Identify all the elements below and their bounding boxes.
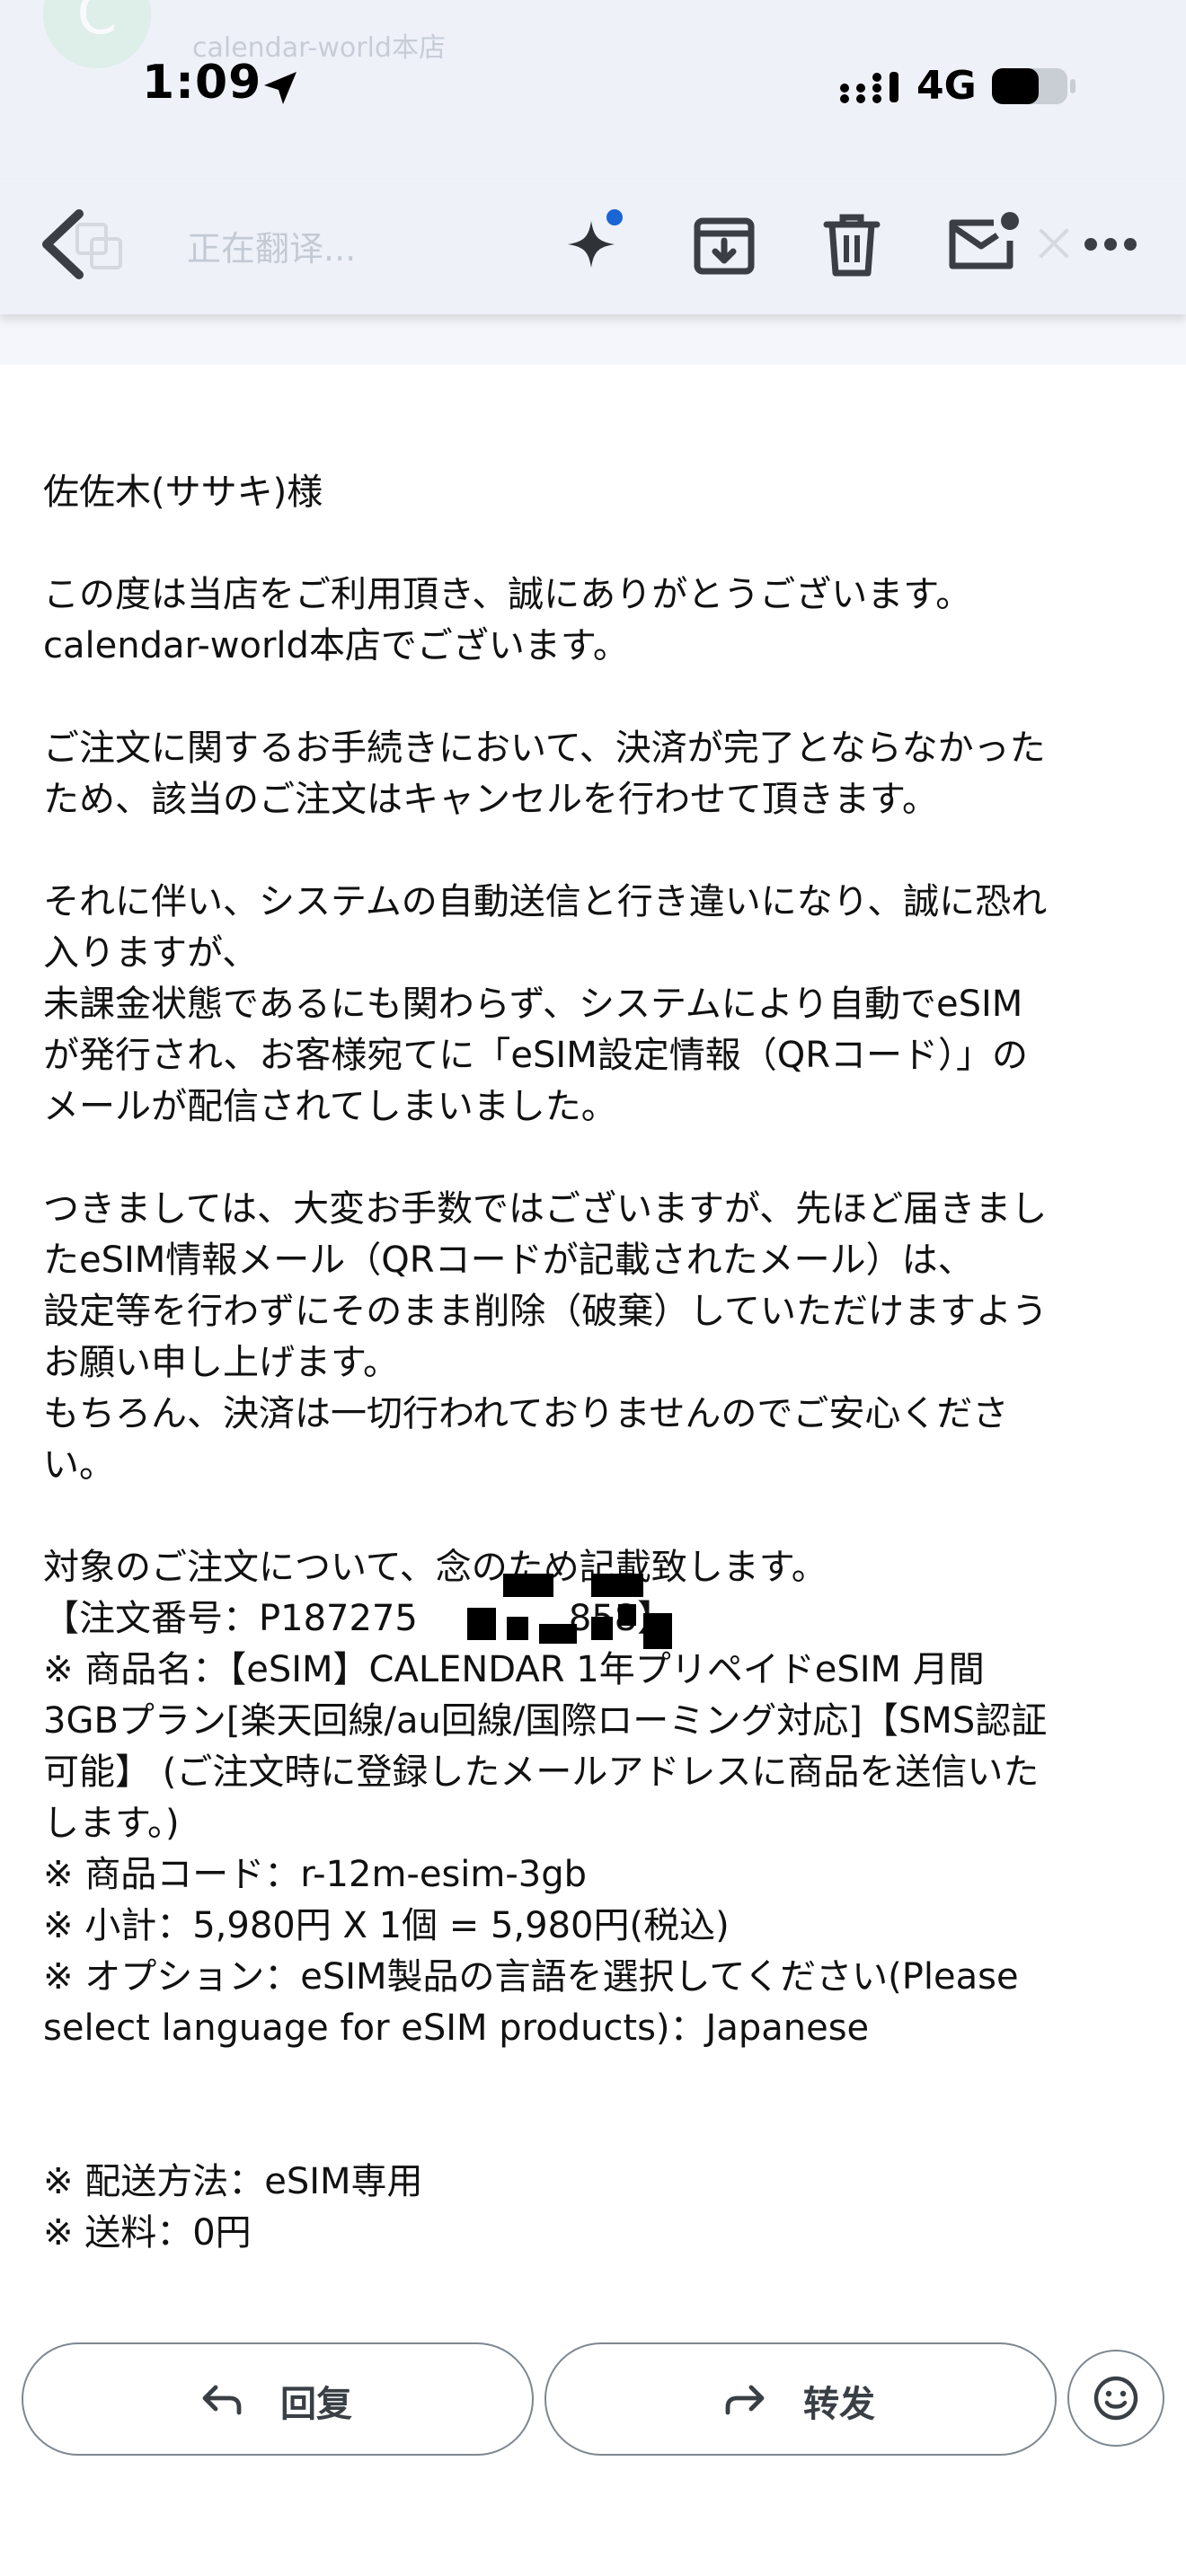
reply-button[interactable]: 回复	[22, 2342, 534, 2456]
bottom-action-bar: 回复 转发	[0, 2335, 1186, 2470]
sender-name: calendar-world本店	[192, 32, 446, 64]
email-line: select language for eSIM products)：Japan…	[43, 2007, 870, 2049]
email-toolbar: 正在翻译...	[0, 180, 1186, 314]
emoji-reaction-button[interactable]	[1067, 2350, 1164, 2447]
email-line: たeSIM情報メール（QRコードが記載されたメール）は、	[43, 1239, 974, 1281]
gemini-sparkle-icon[interactable]	[561, 207, 636, 282]
email-line: 3GBプラン[楽天回線/au回線/国際ローミング対応]【SMS認証	[43, 1700, 1048, 1742]
email-line: メールが配信されてしまいました。	[43, 1086, 617, 1127]
forward-label: 转发	[803, 2384, 875, 2425]
redaction-block	[467, 1608, 496, 1640]
reply-label: 回复	[280, 2384, 352, 2425]
email-line: ※ 小計：5,980円 X 1個 = 5,980円(税込)	[43, 1905, 730, 1946]
email-line: ご注文に関するお手続きにおいて、決済が完了とならなかった	[43, 728, 1046, 769]
emoji-icon	[1093, 2376, 1138, 2421]
mark-unread-icon[interactable]	[943, 205, 1024, 280]
email-line: い。	[43, 1444, 115, 1486]
close-icon	[1039, 228, 1069, 259]
reply-icon	[202, 2385, 242, 2415]
email-line: つきましては、大変お手数ではございますが、先ほど届きまし	[43, 1188, 1048, 1230]
email-line: 可能】 (ご注文時に登録したメールアドレスに商品を送信いた	[43, 1751, 1040, 1793]
translating-status: 正在翻译...	[187, 229, 357, 269]
trash-icon[interactable]	[816, 207, 888, 282]
content-top-band	[0, 314, 1186, 365]
redaction-block	[618, 1604, 636, 1626]
email-line: もちろん、決済は一切行われておりませんのでご安心くださ	[43, 1393, 1009, 1434]
redaction-block	[539, 1624, 577, 1644]
more-icon[interactable]	[1082, 221, 1139, 268]
email-line: ため、該当のご注文はキャンセルを行わせて頂きます。	[43, 779, 938, 820]
email-line: 入りますが、	[43, 932, 259, 974]
email-line: 未課金状態であるにも関わらず、システムにより自動でeSIM	[43, 984, 1023, 1025]
redaction-block	[591, 1617, 613, 1640]
archive-icon[interactable]	[688, 207, 760, 282]
email-line: 佐佐木(ササキ)様	[43, 472, 323, 513]
email-line: それに伴い、システムの自動送信と行き違いになり、誠に恐れ	[43, 881, 1048, 922]
email-body: 佐佐木(ササキ)様 この度は当店をご利用頂き、誠にありがとうございます。 cal…	[43, 467, 1150, 2259]
redaction-block	[507, 1617, 528, 1640]
forward-icon	[725, 2385, 765, 2415]
email-line: します。)	[43, 1803, 180, 1844]
email-line: ※ オプション：eSIM製品の言語を選択してください(Please	[43, 1956, 1019, 1998]
email-line: ※ 送料：0円	[43, 2212, 252, 2254]
scrolled-header: C calendar-world本店	[0, 0, 1186, 81]
email-line: この度は当店をご利用頂き、誠にありがとうございます。	[43, 574, 972, 615]
redaction-block	[643, 1613, 672, 1649]
email-line: ※ 配送方法：eSIM専用	[43, 2161, 423, 2202]
email-line: お願い申し上げます。	[43, 1342, 399, 1383]
email-line: ※ 商品名：【eSIM】CALENDAR 1年プリペイドeSIM 月間	[43, 1649, 985, 1690]
email-line: ※ 商品コード：r-12m-esim-3gb	[43, 1854, 588, 1895]
redaction-block	[591, 1574, 643, 1597]
translate-icon	[75, 223, 122, 269]
email-line: が発行され、お客様宛てに「eSIM設定情報（QRコード）」の	[43, 1035, 1028, 1076]
email-line: calendar-world本店でございます。	[43, 625, 629, 666]
order-number-head: 【注文番号：P187275	[43, 1598, 418, 1639]
sender-avatar: C	[43, 0, 151, 68]
redaction-block	[503, 1574, 553, 1597]
email-line: 設定等を行わずにそのまま削除（破棄）していただけますよう	[43, 1291, 1048, 1332]
forward-button[interactable]: 转发	[544, 2342, 1057, 2456]
